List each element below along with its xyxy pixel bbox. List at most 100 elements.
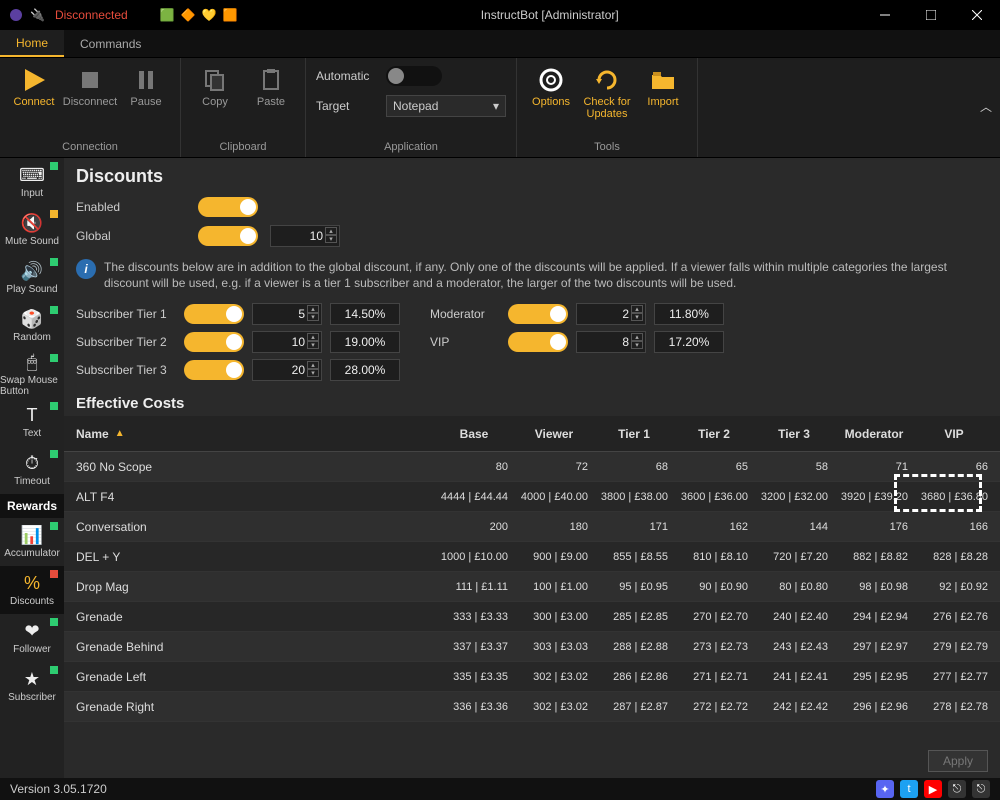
table-row[interactable]: Conversation200180171162144176166 <box>64 512 1000 542</box>
nav-item-accumulator[interactable]: 📊Accumulator <box>0 518 64 566</box>
collapse-ribbon-icon[interactable]: ︿ <box>980 98 992 115</box>
table-row[interactable]: Drop Mag111 | £1.11100 | £1.0095 | £0.95… <box>64 572 1000 602</box>
mod-toggle[interactable] <box>508 304 568 324</box>
nav-item-follower[interactable]: ❤Follower <box>0 614 64 662</box>
text-icon: T <box>27 405 38 426</box>
disconnect-button[interactable]: Disconnect <box>64 64 116 108</box>
panel-title: Discounts <box>64 158 1000 193</box>
youtube-icon[interactable]: ▶ <box>924 780 942 798</box>
col-vip[interactable]: VIP <box>914 427 994 441</box>
global-toggle[interactable] <box>198 226 258 246</box>
vip-value[interactable]: 8▴▾ <box>576 331 646 353</box>
group-application-label: Application <box>384 137 438 153</box>
discounts-icon: % <box>24 573 40 594</box>
tray-icon-3[interactable]: 💛 <box>202 8 217 22</box>
maximize-button[interactable] <box>908 0 954 30</box>
nav-item-text[interactable]: TText <box>0 398 64 446</box>
tier3-label: Subscriber Tier 3 <box>76 363 176 377</box>
table-row[interactable]: ALT F44444 | £44.444000 | £40.003800 | £… <box>64 482 1000 512</box>
tier1-toggle[interactable] <box>184 304 244 324</box>
pause-button[interactable]: Pause <box>120 64 172 108</box>
automatic-toggle[interactable] <box>386 66 442 86</box>
nav-item-random[interactable]: 🎲Random <box>0 302 64 350</box>
enabled-label: Enabled <box>76 200 186 214</box>
table-row[interactable]: Grenade Left335 | £3.35302 | £3.02286 | … <box>64 662 1000 692</box>
options-button[interactable]: Options <box>525 64 577 120</box>
table-row[interactable]: Grenade333 | £3.33300 | £3.00285 | £2.85… <box>64 602 1000 632</box>
random-icon: 🎲 <box>21 309 43 330</box>
tier3-pct: 28.00% <box>330 359 400 381</box>
group-clipboard-label: Clipboard <box>219 137 266 153</box>
paste-button[interactable]: Paste <box>245 64 297 108</box>
minimize-button[interactable] <box>862 0 908 30</box>
play-sound-icon: 🔊 <box>21 261 43 282</box>
follower-icon: ❤ <box>24 621 39 642</box>
import-button[interactable]: Import <box>637 64 689 120</box>
app-icon <box>8 7 24 23</box>
plug-icon: 🔌 <box>30 8 45 22</box>
nav-item-swap-mouse-button[interactable]: 🖱Swap Mouse Button <box>0 350 64 398</box>
target-select[interactable]: Notepad ▾ <box>386 95 506 117</box>
extra-icon-2[interactable]: ⎋ <box>972 780 990 798</box>
tier2-toggle[interactable] <box>184 332 244 352</box>
tray-icon-4[interactable]: 🟧 <box>223 8 238 22</box>
twitter-icon[interactable]: t <box>900 780 918 798</box>
effective-costs-title: Effective Costs <box>64 385 1000 416</box>
tab-commands[interactable]: Commands <box>64 30 157 57</box>
window-title: InstructBot [Administrator] <box>237 8 862 22</box>
side-nav: ⌨Input🔇Mute Sound🔊Play Sound🎲Random🖱Swap… <box>0 158 64 778</box>
tier1-pct: 14.50% <box>330 303 400 325</box>
nav-section-rewards: Rewards <box>0 494 64 518</box>
check-updates-button[interactable]: Check for Updates <box>581 64 633 120</box>
tier1-value[interactable]: 5▴▾ <box>252 303 322 325</box>
discord-icon[interactable]: ✦ <box>876 780 894 798</box>
global-label: Global <box>76 229 186 243</box>
table-body[interactable]: 360 No Scope80726865587166ALT F44444 | £… <box>64 452 1000 744</box>
global-value-input[interactable]: 10▴▾ <box>270 225 340 247</box>
mute-sound-icon: 🔇 <box>21 213 43 234</box>
status-bar: Version 3.05.1720 ✦ t ▶ ⎋ ⎋ <box>0 778 1000 800</box>
subscriber-icon: ★ <box>24 669 40 690</box>
vip-pct: 17.20% <box>654 331 724 353</box>
nav-item-subscriber[interactable]: ★Subscriber <box>0 662 64 710</box>
mod-value[interactable]: 2▴▾ <box>576 303 646 325</box>
enabled-toggle[interactable] <box>198 197 258 217</box>
target-label: Target <box>316 99 376 113</box>
content-panel: Discounts Enabled Global 10▴▾ i The disc… <box>64 158 1000 778</box>
col-tier3[interactable]: Tier 3 <box>754 427 834 441</box>
nav-item-timeout[interactable]: ⏱Timeout <box>0 446 64 494</box>
connect-button[interactable]: Connect <box>8 64 60 108</box>
col-name[interactable]: Name ▲ <box>64 427 434 441</box>
tier3-toggle[interactable] <box>184 360 244 380</box>
table-row[interactable]: DEL + Y1000 | £10.00900 | £9.00855 | £8.… <box>64 542 1000 572</box>
vip-toggle[interactable] <box>508 332 568 352</box>
col-tier2[interactable]: Tier 2 <box>674 427 754 441</box>
accumulator-icon: 📊 <box>21 525 43 546</box>
nav-item-discounts[interactable]: %Discounts <box>0 566 64 614</box>
mod-label: Moderator <box>430 307 500 321</box>
nav-item-mute-sound[interactable]: 🔇Mute Sound <box>0 206 64 254</box>
tier3-value[interactable]: 20▴▾ <box>252 359 322 381</box>
nav-item-play-sound[interactable]: 🔊Play Sound <box>0 254 64 302</box>
tab-home[interactable]: Home <box>0 30 64 57</box>
tray-icon-1[interactable]: 🟩 <box>160 8 175 22</box>
table-row[interactable]: 360 No Scope80726865587166 <box>64 452 1000 482</box>
nav-item-input[interactable]: ⌨Input <box>0 158 64 206</box>
col-base[interactable]: Base <box>434 427 514 441</box>
vip-label: VIP <box>430 335 500 349</box>
col-mod[interactable]: Moderator <box>834 427 914 441</box>
version-label: Version 3.05.1720 <box>10 782 107 796</box>
tray-icon-2[interactable]: 🔶 <box>181 8 196 22</box>
table-row[interactable]: Grenade Right336 | £3.36302 | £3.02287 |… <box>64 692 1000 722</box>
apply-button[interactable]: Apply <box>928 750 988 772</box>
table-header: Name ▲ Base Viewer Tier 1 Tier 2 Tier 3 … <box>64 416 1000 452</box>
input-icon: ⌨ <box>19 165 45 186</box>
close-button[interactable] <box>954 0 1000 30</box>
copy-button[interactable]: Copy <box>189 64 241 108</box>
tier2-value[interactable]: 10▴▾ <box>252 331 322 353</box>
extra-icon-1[interactable]: ⎋ <box>948 780 966 798</box>
tier2-label: Subscriber Tier 2 <box>76 335 176 349</box>
col-viewer[interactable]: Viewer <box>514 427 594 441</box>
col-tier1[interactable]: Tier 1 <box>594 427 674 441</box>
table-row[interactable]: Grenade Behind337 | £3.37303 | £3.03288 … <box>64 632 1000 662</box>
